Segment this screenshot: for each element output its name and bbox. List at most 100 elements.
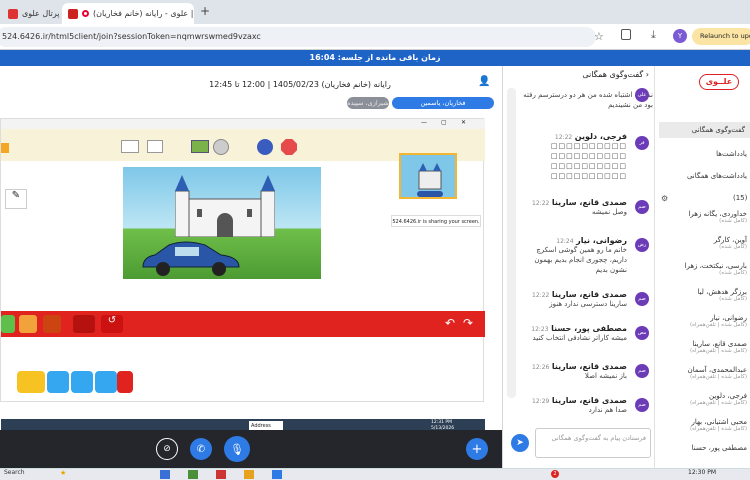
message-time: 12:22 — [554, 134, 573, 141]
image-icon — [191, 140, 209, 153]
chat-panel: ‹ گفت‌وگوی همگانی نمیخته اشتباه شده من ه… — [502, 66, 654, 468]
user-status: (کامل شده | تلفن‌همراه) — [689, 348, 747, 354]
phone-icon[interactable]: ✆ — [190, 438, 212, 460]
list-item[interactable]: محبی اشتیانی، بهار (کامل شده | تلفن‌همراه… — [657, 418, 747, 444]
back-icon[interactable]: ‹ — [646, 70, 649, 79]
green-flag-block — [17, 371, 45, 393]
chat-message: صمدی قانع، سارینا 12:26 باز نمیشه اصلا — [517, 362, 627, 381]
list-item[interactable]: مصطفی پور، حسنا — [657, 444, 747, 456]
microphone-icon[interactable]: 🎙 — [224, 436, 250, 462]
list-item[interactable]: برزگر هدهش، لیا (کامل شده) — [657, 288, 747, 314]
user-name: رضوانی، نیار — [710, 314, 747, 322]
share-screen-icon[interactable]: ⊘ — [156, 438, 178, 460]
user-status: (کامل شده) — [719, 270, 747, 276]
user-name: مصطفی پور، حسنا — [691, 444, 747, 452]
chat-message-input[interactable]: فرستادن پیام به گفت‌وگوی همگانی — [535, 428, 651, 458]
app-icon[interactable] — [272, 470, 282, 479]
chat-scrollbar[interactable] — [507, 88, 516, 398]
tab-meeting-label: علوی - رایانه (خانم فخاریان) | — [93, 9, 194, 18]
message-sender: صمدی قانع، سارینا — [551, 198, 627, 207]
chat-message: فرجی، دلوین 12:22 □□□□□□□□□□ □□□□□□□□□□ … — [517, 132, 627, 181]
meeting-title: رایانه (خانم فخاریان) 1405/02/23 | 12:00… — [209, 80, 391, 89]
star-icon: ★ — [60, 469, 67, 477]
avatar: صم — [635, 200, 649, 214]
user-name: محبی اشتیانی، بهار — [691, 418, 747, 426]
settings-icon — [213, 139, 229, 155]
url-input[interactable]: 524.6426.ir/html5client/join?sessionToke… — [0, 27, 596, 47]
profile-avatar[interactable]: Y — [673, 29, 687, 43]
site-favicon-icon — [68, 8, 78, 19]
message-time: 12:26 — [532, 364, 550, 371]
tab-portal[interactable]: پرتال علوی × — [2, 3, 60, 24]
user-name: عبدالمحمدی، آسمان — [687, 366, 747, 374]
send-icon[interactable]: ➤ — [511, 434, 529, 452]
screen-sharing-notice: 524.6426.ir is sharing your screen. — [391, 215, 481, 227]
list-item[interactable]: رضوانی، نیار (کامل شده | تلفن‌همراه) — [657, 314, 747, 340]
user-status: (کامل شده) — [719, 244, 747, 250]
sprite-thumbnail — [399, 153, 457, 199]
message-sender: رضوانی، نیار — [576, 236, 627, 245]
list-item[interactable]: فرجی، دلوین (کامل شده | تلفن‌همراه) — [657, 392, 747, 418]
avatar: مص — [635, 326, 649, 340]
redo-icon: ↷ — [463, 316, 474, 330]
list-item[interactable]: آوین، کارگر (کامل شده) — [657, 236, 747, 262]
app-icon[interactable] — [244, 470, 254, 479]
taskbar-search[interactable]: Search — [4, 469, 25, 476]
user-status: (کامل شده | تلفن‌همراه) — [689, 426, 747, 432]
message-sender: صمدی قانع، سارینا — [551, 362, 627, 371]
user-name: فرجی، دلوین — [709, 392, 747, 400]
stop-icon — [281, 139, 297, 155]
list-item[interactable]: بارسی، نیکتخت، زهرا (کامل شده) — [657, 262, 747, 288]
browser-tabstrip: پرتال علوی × علوی - رایانه (خانم فخاریان… — [0, 0, 750, 24]
tab-meeting[interactable]: علوی - رایانه (خانم فخاریان) | × — [62, 3, 194, 24]
app-icon[interactable] — [188, 470, 198, 479]
app-icon[interactable] — [216, 470, 226, 479]
shared-clock-time: 12:31 PM — [431, 420, 452, 425]
bookmark-star-icon[interactable]: ☆ — [594, 30, 604, 43]
message-time: 12:24 — [556, 238, 574, 245]
participants-icon[interactable]: 👤 — [478, 76, 490, 87]
close-icon: ✕ — [461, 119, 467, 126]
sidebar-item-shared-notes[interactable]: یادداشت‌های همگانی — [659, 172, 750, 180]
chat-message: رضوانی، نیار 12:24 خانم ما رو همین گوشی … — [517, 236, 627, 275]
chat-message: صمدی قانع، سارینا 12:22 سارینا دسترسی ند… — [517, 290, 627, 309]
message-text: صدا هم ندارد — [588, 406, 627, 414]
list-item[interactable]: صمدی قانع، سارینا (کامل شده | تلفن‌همراه) — [657, 340, 747, 366]
user-status: (کامل شده) — [719, 296, 747, 302]
user-name: بارسی، نیکتخت، زهرا — [684, 262, 747, 270]
add-action-button[interactable]: + — [466, 438, 488, 460]
list-item[interactable]: خداوردی، یگانه زهرا (کامل شده) — [657, 210, 747, 236]
flag-icon — [1, 143, 9, 153]
download-icon[interactable]: ⤓ — [651, 28, 656, 42]
minimize-icon: — — [421, 119, 427, 126]
relaunch-button[interactable]: Relaunch to update — [692, 28, 750, 45]
chat-message: مصطفی پور، حسنا 12:23 میشه کاراتر نشادفی… — [517, 324, 627, 343]
presentation-area: — ▢ ✕ 524.6426.ir is sharing your screen… — [0, 110, 502, 433]
chat-title: گفت‌وگوی همگانی — [582, 70, 644, 79]
user-status: (کامل شده | تلفن‌همراه) — [689, 322, 747, 328]
layout-icon — [147, 140, 163, 153]
maximize-icon: ▢ — [441, 119, 447, 126]
sidebar-item-public-chat[interactable]: گفت‌وگوی همگانی — [659, 122, 750, 138]
session-timer-banner: زمان باقی مانده از جلسه: 16:04 — [0, 50, 750, 66]
recording-icon — [82, 10, 89, 17]
user-name: خداوردی، یگانه زهرا — [688, 210, 747, 218]
os-taskbar: Search ★ 2 12:30 PM — [0, 468, 750, 480]
user-status: (کامل شده) — [719, 218, 747, 224]
new-tab-button[interactable]: + — [200, 4, 210, 18]
avatar: رض — [635, 238, 649, 252]
message-sender: فرجی، دلوین — [574, 132, 627, 141]
app-icon[interactable] — [160, 470, 170, 479]
address-bar: 524.6426.ir/html5client/join?sessionToke… — [0, 24, 750, 50]
user-status: (کامل شده | تلفن‌همراه) — [689, 374, 747, 380]
repeat-block — [117, 371, 133, 393]
presenter-badge: فخاریان، یاسمین — [392, 97, 494, 109]
list-item[interactable]: عبدالمحمدی، آسمان (کامل شده | تلفن‌همراه) — [657, 366, 747, 392]
sidebar-item-notes[interactable]: یادداشت‌ها — [659, 150, 750, 158]
extensions-icon[interactable] — [621, 29, 631, 40]
script-blocks — [17, 369, 133, 395]
chat-message: صمدی قانع، سارینا 12:29 صدا هم ندارد — [517, 396, 627, 415]
end-block-icon — [73, 315, 95, 333]
avatar: صم — [635, 364, 649, 378]
gear-icon[interactable]: ⚙ — [661, 194, 668, 203]
